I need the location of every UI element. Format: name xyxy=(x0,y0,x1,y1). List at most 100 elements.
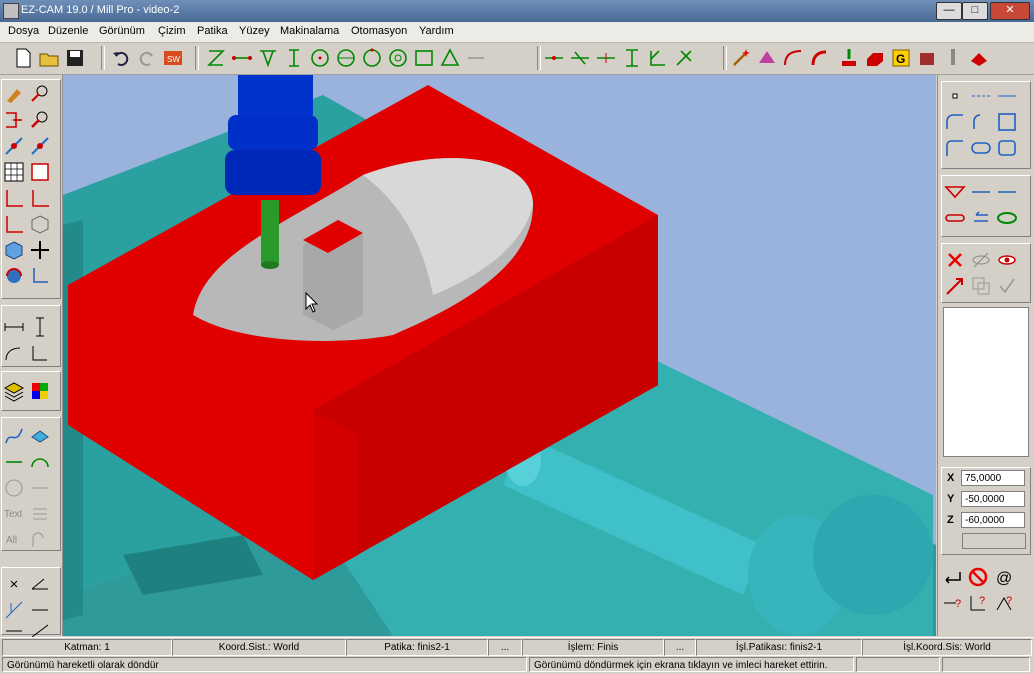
vertical-line-icon[interactable] xyxy=(283,47,305,69)
fillet-icon[interactable] xyxy=(647,47,669,69)
circle-two-point-icon[interactable] xyxy=(335,47,357,69)
curve-path-icon[interactable] xyxy=(782,47,804,69)
select-arrow-icon[interactable] xyxy=(944,275,966,297)
measure-angle-icon[interactable] xyxy=(29,342,51,364)
chamfer-icon[interactable] xyxy=(673,47,695,69)
path-line-blue-icon[interactable] xyxy=(996,181,1018,203)
all-filter-icon[interactable] xyxy=(29,529,51,551)
status-operation-more-button[interactable]: ... xyxy=(664,639,696,656)
dashed-line-icon[interactable] xyxy=(970,85,992,107)
copy-icon[interactable] xyxy=(970,275,992,297)
rotate-view-icon[interactable] xyxy=(3,265,25,287)
zoom-window-icon[interactable] xyxy=(29,83,51,105)
query-arrow-icon[interactable]: ? xyxy=(942,592,964,614)
line-path-icon[interactable] xyxy=(996,85,1018,107)
snap-point-icon[interactable] xyxy=(3,573,25,595)
snap-angle-icon[interactable] xyxy=(29,573,51,595)
break-icon[interactable] xyxy=(569,47,591,69)
join-icon[interactable] xyxy=(621,47,643,69)
close-button[interactable]: ✕ xyxy=(990,2,1030,20)
minimize-button[interactable]: — xyxy=(936,2,962,20)
check-icon[interactable] xyxy=(996,275,1018,297)
coord-x-field[interactable]: 75,0000 xyxy=(961,470,1025,486)
back-arrow-icon[interactable] xyxy=(942,566,964,588)
status-layer[interactable]: Katman: 1 xyxy=(2,639,172,656)
point-entity-icon[interactable] xyxy=(29,477,51,499)
show-icon[interactable] xyxy=(996,249,1018,271)
surface-icon[interactable] xyxy=(29,425,51,447)
undo-icon[interactable] xyxy=(110,47,132,69)
zoom-icon[interactable] xyxy=(29,109,51,131)
menu-machining[interactable]: Makinalama xyxy=(280,25,339,37)
measure-horizontal-icon[interactable] xyxy=(3,316,25,338)
menu-surface[interactable]: Yüzey xyxy=(239,25,270,37)
status-coord-system[interactable]: Koord.Sist.: World xyxy=(172,639,346,656)
path-loop-icon[interactable] xyxy=(996,207,1018,229)
trim-icon[interactable] xyxy=(543,47,565,69)
rotate-y-icon[interactable] xyxy=(29,135,51,157)
spline-icon[interactable] xyxy=(3,425,25,447)
circle-three-point-icon[interactable] xyxy=(361,47,383,69)
query-corner-icon[interactable]: ? xyxy=(967,592,989,614)
line-entity-icon[interactable] xyxy=(3,451,25,473)
rounded-rect-path-icon[interactable] xyxy=(996,137,1018,159)
graphics-viewport[interactable] xyxy=(63,75,936,636)
view-top-icon[interactable] xyxy=(3,213,25,235)
shaded-box-icon[interactable] xyxy=(3,239,25,261)
status-op-path[interactable]: İşl.Patikası: finis2-1 xyxy=(696,639,862,656)
status-operation[interactable]: İşlem: Finis xyxy=(522,639,664,656)
menu-path[interactable]: Patika xyxy=(197,25,228,37)
menu-draw[interactable]: Çizim xyxy=(158,25,186,37)
solidworks-link-icon[interactable]: SW xyxy=(162,47,184,69)
surface-tool-icon[interactable] xyxy=(756,47,778,69)
hide-icon[interactable] xyxy=(970,249,992,271)
axes-icon[interactable] xyxy=(29,265,51,287)
stop-icon[interactable] xyxy=(967,566,989,588)
snap-intersection-icon[interactable] xyxy=(3,599,25,621)
menu-help[interactable]: Yardım xyxy=(419,25,454,37)
menu-edit[interactable]: Düzenle xyxy=(48,25,88,37)
open-folder-icon[interactable] xyxy=(38,47,60,69)
zoom-extents-icon[interactable] xyxy=(3,109,25,131)
angled-line-icon[interactable] xyxy=(257,47,279,69)
measure-vertical-icon[interactable] xyxy=(29,316,51,338)
rectangle-icon[interactable] xyxy=(413,47,435,69)
new-file-icon[interactable] xyxy=(12,47,34,69)
point-line-icon[interactable] xyxy=(465,47,487,69)
all-filter-label[interactable]: All xyxy=(6,535,17,546)
at-sign-icon[interactable]: @ xyxy=(993,566,1015,588)
status-path-more-button[interactable]: ... xyxy=(488,639,522,656)
zigzag-line-icon[interactable] xyxy=(205,47,227,69)
delete-icon[interactable] xyxy=(944,249,966,271)
coord-y-field[interactable]: -50,0000 xyxy=(961,491,1025,507)
path-line-red-icon[interactable] xyxy=(970,181,992,203)
circle-tangent-icon[interactable] xyxy=(387,47,409,69)
status-op-coord[interactable]: İşl.Koord.Sis: World xyxy=(862,639,1032,656)
polygon-icon[interactable] xyxy=(439,47,461,69)
query-branch-icon[interactable]: ? xyxy=(993,592,1015,614)
offset-path-icon[interactable] xyxy=(808,47,830,69)
slot-path-icon[interactable] xyxy=(970,137,992,159)
arc-path-icon[interactable] xyxy=(944,111,966,133)
cutter-icon[interactable] xyxy=(942,47,964,69)
gcode-icon[interactable]: G xyxy=(890,47,912,69)
view-box-icon[interactable] xyxy=(29,161,51,183)
coord-extra-field[interactable] xyxy=(962,533,1026,549)
circle-center-icon[interactable] xyxy=(309,47,331,69)
snap-midpoint-icon[interactable] xyxy=(29,599,51,621)
path-slot-red-icon[interactable] xyxy=(944,207,966,229)
corner-path-icon[interactable] xyxy=(944,137,966,159)
measure-radius-icon[interactable] xyxy=(3,342,25,364)
arc-entity-icon[interactable] xyxy=(29,451,51,473)
extend-icon[interactable] xyxy=(595,47,617,69)
horizontal-line-icon[interactable] xyxy=(231,47,253,69)
menu-view[interactable]: Görünüm xyxy=(99,25,145,37)
color-palette-icon[interactable] xyxy=(29,380,51,402)
redo-icon[interactable] xyxy=(136,47,158,69)
view-side-icon[interactable] xyxy=(29,187,51,209)
view-iso-icon[interactable] xyxy=(29,213,51,235)
rotate-x-icon[interactable] xyxy=(3,135,25,157)
machine-view-icon[interactable] xyxy=(916,47,938,69)
status-path[interactable]: Patika: finis2-1 xyxy=(346,639,488,656)
pan-icon[interactable] xyxy=(3,83,25,105)
